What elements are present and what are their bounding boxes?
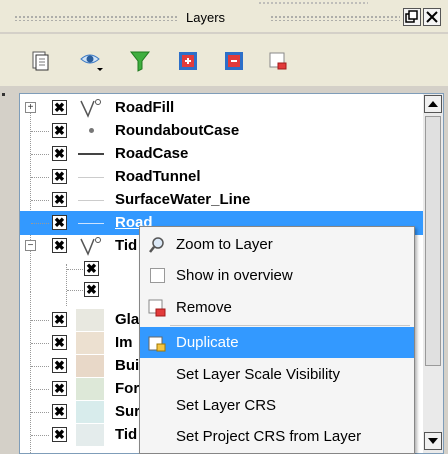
layer-checkbox[interactable]: ✖ bbox=[52, 335, 67, 350]
tree-branch bbox=[31, 389, 49, 390]
tree-branch bbox=[31, 177, 49, 178]
menu-item-set-layer-crs[interactable]: Set Layer CRS bbox=[140, 390, 414, 421]
visibility-eye-icon[interactable] bbox=[79, 48, 105, 74]
tree-branch bbox=[31, 366, 49, 367]
layer-row-surfacewater-line[interactable]: ✖ SurfaceWater_Line bbox=[20, 188, 443, 212]
layer-checkbox[interactable]: ✖ bbox=[52, 312, 67, 327]
menu-item-label: Set Project CRS from Layer bbox=[176, 428, 362, 445]
layer-checkbox[interactable]: ✖ bbox=[84, 261, 99, 276]
tree-branch bbox=[31, 320, 49, 321]
fill-icon bbox=[76, 378, 104, 400]
layer-name: RoadCase bbox=[115, 145, 189, 162]
tree-branch bbox=[31, 343, 49, 344]
layer-checkbox[interactable]: ✖ bbox=[84, 282, 99, 297]
tree-branch bbox=[67, 290, 83, 291]
fill-icon bbox=[76, 309, 104, 331]
menu-item-set-layer-scale-visibility[interactable]: Set Layer Scale Visibility bbox=[140, 359, 414, 390]
layer-name: Im bbox=[115, 334, 133, 351]
layer-checkbox[interactable]: ✖ bbox=[52, 381, 67, 396]
scroll-thumb[interactable] bbox=[425, 116, 441, 366]
close-icon[interactable] bbox=[423, 8, 441, 26]
tree-branch bbox=[31, 154, 49, 155]
layer-row-roadcase[interactable]: ✖ RoadCase bbox=[20, 142, 443, 166]
layer-name: Sur bbox=[115, 403, 141, 420]
menu-item-show-in-overview[interactable]: Show in overview bbox=[140, 260, 414, 291]
layer-row-roadtunnel[interactable]: ✖ RoadTunnel bbox=[20, 165, 443, 189]
menu-item-zoom-to-layer[interactable]: Zoom to Layer bbox=[140, 229, 414, 260]
checkbox-icon bbox=[150, 268, 165, 283]
layer-checkbox[interactable]: ✖ bbox=[52, 169, 67, 184]
title-grip-right bbox=[270, 15, 400, 21]
tree-branch bbox=[31, 131, 49, 132]
layers-dock-titlebar[interactable]: Layers bbox=[0, 0, 448, 32]
menu-item-label: Set Layer Scale Visibility bbox=[176, 366, 340, 383]
menu-item-remove[interactable]: Remove bbox=[140, 292, 414, 323]
left-marker bbox=[2, 93, 5, 96]
duplicate-icon bbox=[148, 336, 166, 352]
float-icon[interactable] bbox=[403, 8, 421, 26]
vertical-scrollbar[interactable] bbox=[423, 94, 443, 453]
layer-checkbox[interactable]: ✖ bbox=[52, 100, 67, 115]
layer-name: Bui bbox=[115, 357, 140, 374]
zoom-icon bbox=[149, 237, 164, 253]
layer-checkbox[interactable]: ✖ bbox=[52, 427, 67, 442]
line-icon bbox=[78, 153, 104, 155]
menu-item-label: Show in overview bbox=[176, 267, 293, 284]
menu-item-duplicate[interactable]: Duplicate bbox=[140, 327, 414, 358]
layer-row-roadfill[interactable]: + ✖ RoadFill bbox=[20, 96, 443, 120]
layer-name: RoadFill bbox=[115, 99, 175, 116]
panel-title: Layers bbox=[186, 10, 226, 25]
layer-name: RoundaboutCase bbox=[115, 122, 240, 139]
menu-item-label: Remove bbox=[176, 299, 232, 316]
layer-checkbox[interactable]: ✖ bbox=[52, 123, 67, 138]
layer-checkbox[interactable]: ✖ bbox=[52, 146, 67, 161]
collapse-icon[interactable]: − bbox=[25, 240, 36, 251]
scroll-down-button[interactable] bbox=[424, 432, 442, 450]
line-thin-icon bbox=[78, 177, 104, 178]
layer-name: RoadTunnel bbox=[115, 168, 201, 185]
fill-icon bbox=[76, 401, 104, 423]
line-v-icon bbox=[80, 99, 101, 118]
fill-icon bbox=[76, 355, 104, 377]
tree-branch bbox=[31, 223, 49, 224]
filter-icon[interactable] bbox=[127, 48, 153, 74]
tree-branch bbox=[31, 412, 49, 413]
layer-checkbox[interactable]: ✖ bbox=[52, 192, 67, 207]
menu-item-label: Zoom to Layer bbox=[176, 236, 273, 253]
line-thin-icon bbox=[78, 223, 104, 224]
expand-all-icon[interactable] bbox=[175, 48, 201, 74]
scroll-up-button[interactable] bbox=[424, 95, 442, 113]
layer-checkbox[interactable]: ✖ bbox=[52, 358, 67, 373]
layer-name: For bbox=[115, 380, 140, 397]
point-icon bbox=[89, 128, 94, 133]
layer-row-roundaboutcase[interactable]: ✖ RoundaboutCase bbox=[20, 119, 443, 143]
remove-layer-icon bbox=[148, 299, 166, 317]
layer-name: Gla bbox=[115, 311, 140, 328]
layers-toolbar bbox=[0, 34, 448, 86]
fill-icon bbox=[76, 332, 104, 354]
layer-checkbox[interactable]: ✖ bbox=[52, 238, 67, 253]
tree-branch bbox=[31, 435, 49, 436]
tree-branch bbox=[31, 200, 49, 201]
title-grip-left bbox=[14, 15, 179, 21]
remove-icon[interactable] bbox=[265, 48, 291, 74]
layer-checkbox[interactable]: ✖ bbox=[52, 404, 67, 419]
menu-item-label: Set Layer CRS bbox=[176, 397, 277, 414]
collapse-all-icon[interactable] bbox=[221, 48, 247, 74]
layer-name: Tid bbox=[115, 237, 138, 254]
line-v-icon bbox=[80, 237, 101, 256]
line-thin-icon bbox=[78, 200, 104, 201]
title-grip-top bbox=[258, 1, 368, 6]
tree-branch bbox=[67, 269, 83, 270]
menu-separator bbox=[170, 325, 410, 326]
layer-name: SurfaceWater_Line bbox=[115, 191, 251, 208]
menu-item-label: Duplicate bbox=[176, 334, 239, 351]
add-group-icon[interactable] bbox=[27, 48, 53, 74]
layer-context-menu: Zoom to Layer Show in overview Remove Du… bbox=[139, 226, 415, 454]
layer-name: Tid bbox=[115, 426, 138, 443]
menu-item-set-project-crs-from-layer[interactable]: Set Project CRS from Layer bbox=[140, 421, 414, 452]
fill-icon bbox=[76, 424, 104, 446]
layer-checkbox[interactable]: ✖ bbox=[52, 215, 67, 230]
expand-icon[interactable]: + bbox=[25, 102, 36, 113]
